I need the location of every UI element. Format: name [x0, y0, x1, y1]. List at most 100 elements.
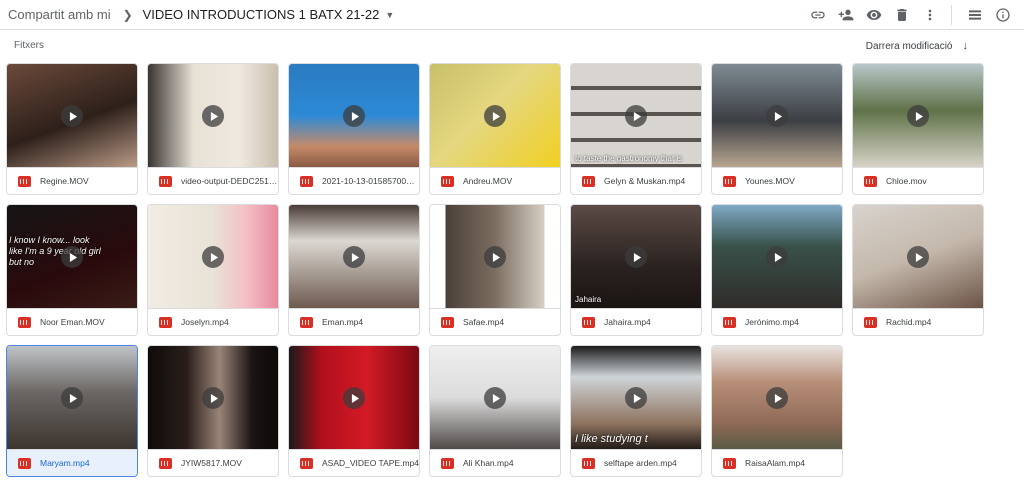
- play-icon[interactable]: [907, 105, 929, 127]
- file-footer[interactable]: Younes.MOV: [712, 167, 842, 194]
- video-thumbnail[interactable]: [712, 64, 842, 167]
- play-icon[interactable]: [484, 105, 506, 127]
- list-view-icon[interactable]: [962, 2, 988, 28]
- play-icon[interactable]: [343, 246, 365, 268]
- video-thumbnail[interactable]: [289, 346, 419, 449]
- file-card[interactable]: Maryam.mp4: [6, 345, 138, 477]
- video-thumbnail[interactable]: [430, 346, 560, 449]
- file-card[interactable]: ASAD_VIDEO TAPE.mp4: [288, 345, 420, 477]
- file-footer[interactable]: JYIW5817.MOV: [148, 449, 278, 476]
- sort-control[interactable]: Darrera modificació ↓: [866, 40, 968, 52]
- file-name: Jahaira.mp4: [604, 317, 651, 327]
- file-footer[interactable]: Joselyn.mp4: [148, 308, 278, 335]
- file-card[interactable]: to taste the gastronomy that is Gelyn & M…: [570, 63, 702, 195]
- file-card[interactable]: Safae.mp4: [429, 204, 561, 336]
- video-thumbnail[interactable]: [148, 205, 278, 308]
- delete-trash-icon[interactable]: [889, 2, 915, 28]
- file-footer[interactable]: 2021-10-13-015857000.m...: [289, 167, 419, 194]
- video-thumbnail[interactable]: [430, 205, 560, 308]
- play-icon[interactable]: [625, 387, 647, 409]
- play-icon[interactable]: [484, 246, 506, 268]
- file-footer[interactable]: Maryam.mp4: [7, 449, 137, 476]
- video-file-icon: [723, 175, 736, 187]
- file-card[interactable]: JYIW5817.MOV: [147, 345, 279, 477]
- file-card[interactable]: I like studying t selftape arden.mp4: [570, 345, 702, 477]
- video-thumbnail[interactable]: [430, 64, 560, 167]
- play-icon[interactable]: [907, 246, 929, 268]
- play-icon[interactable]: [766, 105, 788, 127]
- file-footer[interactable]: Noor Eman.MOV: [7, 308, 137, 335]
- file-footer[interactable]: selftape arden.mp4: [571, 449, 701, 476]
- file-name: JYIW5817.MOV: [181, 458, 242, 468]
- file-footer[interactable]: Eman.mp4: [289, 308, 419, 335]
- video-thumbnail[interactable]: [712, 346, 842, 449]
- details-info-icon[interactable]: [990, 2, 1016, 28]
- play-icon[interactable]: [343, 387, 365, 409]
- file-card[interactable]: Eman.mp4: [288, 204, 420, 336]
- breadcrumb-current-folder[interactable]: VIDEO INTRODUCTIONS 1 BATX 21-22: [143, 7, 380, 22]
- video-thumbnail[interactable]: [148, 64, 278, 167]
- file-footer[interactable]: Jerónimo.mp4: [712, 308, 842, 335]
- file-card[interactable]: Regine.MOV: [6, 63, 138, 195]
- file-footer[interactable]: Regine.MOV: [7, 167, 137, 194]
- play-icon[interactable]: [61, 387, 83, 409]
- file-footer[interactable]: Andreu.MOV: [430, 167, 560, 194]
- video-file-icon: [18, 175, 31, 187]
- file-footer[interactable]: Gelyn & Muskan.mp4: [571, 167, 701, 194]
- file-footer[interactable]: Jahaira.mp4: [571, 308, 701, 335]
- video-thumbnail[interactable]: to taste the gastronomy that is: [571, 64, 701, 167]
- play-icon[interactable]: [202, 246, 224, 268]
- video-file-icon: [441, 316, 454, 328]
- file-card[interactable]: RaisaAlam.mp4: [711, 345, 843, 477]
- play-icon[interactable]: [766, 246, 788, 268]
- thumbnail-caption: Jahaira: [575, 295, 602, 304]
- file-name: Ali Khan.mp4: [463, 458, 514, 468]
- more-options-icon[interactable]: [917, 2, 943, 28]
- play-icon[interactable]: [61, 105, 83, 127]
- play-icon[interactable]: [625, 246, 647, 268]
- file-footer[interactable]: video-output-DEDC2518-9...: [148, 167, 278, 194]
- video-thumbnail[interactable]: [712, 205, 842, 308]
- video-thumbnail[interactable]: I know I know... look like I'm a 9 year …: [7, 205, 137, 308]
- video-thumbnail[interactable]: [7, 64, 137, 167]
- play-icon[interactable]: [484, 387, 506, 409]
- file-card[interactable]: Younes.MOV: [711, 63, 843, 195]
- file-card[interactable]: 2021-10-13-015857000.m...: [288, 63, 420, 195]
- breadcrumb-root[interactable]: Compartit amb mi: [8, 7, 111, 22]
- get-link-icon[interactable]: [805, 2, 831, 28]
- file-card[interactable]: Andreu.MOV: [429, 63, 561, 195]
- video-thumbnail[interactable]: [289, 205, 419, 308]
- file-footer[interactable]: Chloe.mov: [853, 167, 983, 194]
- play-icon[interactable]: [202, 105, 224, 127]
- play-icon[interactable]: [343, 105, 365, 127]
- video-thumbnail[interactable]: [7, 346, 137, 449]
- play-icon[interactable]: [625, 105, 647, 127]
- video-thumbnail[interactable]: [853, 64, 983, 167]
- file-card[interactable]: I know I know... look like I'm a 9 year …: [6, 204, 138, 336]
- file-footer[interactable]: Ali Khan.mp4: [430, 449, 560, 476]
- file-card[interactable]: Ali Khan.mp4: [429, 345, 561, 477]
- video-thumbnail[interactable]: I like studying t: [571, 346, 701, 449]
- video-thumbnail[interactable]: Jahaira: [571, 205, 701, 308]
- file-footer[interactable]: RaisaAlam.mp4: [712, 449, 842, 476]
- file-footer[interactable]: Rachid.mp4: [853, 308, 983, 335]
- file-footer[interactable]: ASAD_VIDEO TAPE.mp4: [289, 449, 419, 476]
- sort-label[interactable]: Darrera modificació: [866, 41, 953, 52]
- file-footer[interactable]: Safae.mp4: [430, 308, 560, 335]
- play-icon[interactable]: [766, 387, 788, 409]
- play-icon[interactable]: [61, 246, 83, 268]
- folder-dropdown-icon[interactable]: ▼: [385, 10, 394, 20]
- sort-direction-arrow-icon[interactable]: ↓: [963, 40, 969, 52]
- file-card[interactable]: Jahaira Jahaira.mp4: [570, 204, 702, 336]
- file-card[interactable]: Chloe.mov: [852, 63, 984, 195]
- file-card[interactable]: Rachid.mp4: [852, 204, 984, 336]
- video-thumbnail[interactable]: [148, 346, 278, 449]
- add-person-icon[interactable]: [833, 2, 859, 28]
- preview-eye-icon[interactable]: [861, 2, 887, 28]
- video-thumbnail[interactable]: [853, 205, 983, 308]
- play-icon[interactable]: [202, 387, 224, 409]
- file-card[interactable]: video-output-DEDC2518-9...: [147, 63, 279, 195]
- file-card[interactable]: Jerónimo.mp4: [711, 204, 843, 336]
- video-thumbnail[interactable]: [289, 64, 419, 167]
- file-card[interactable]: Joselyn.mp4: [147, 204, 279, 336]
